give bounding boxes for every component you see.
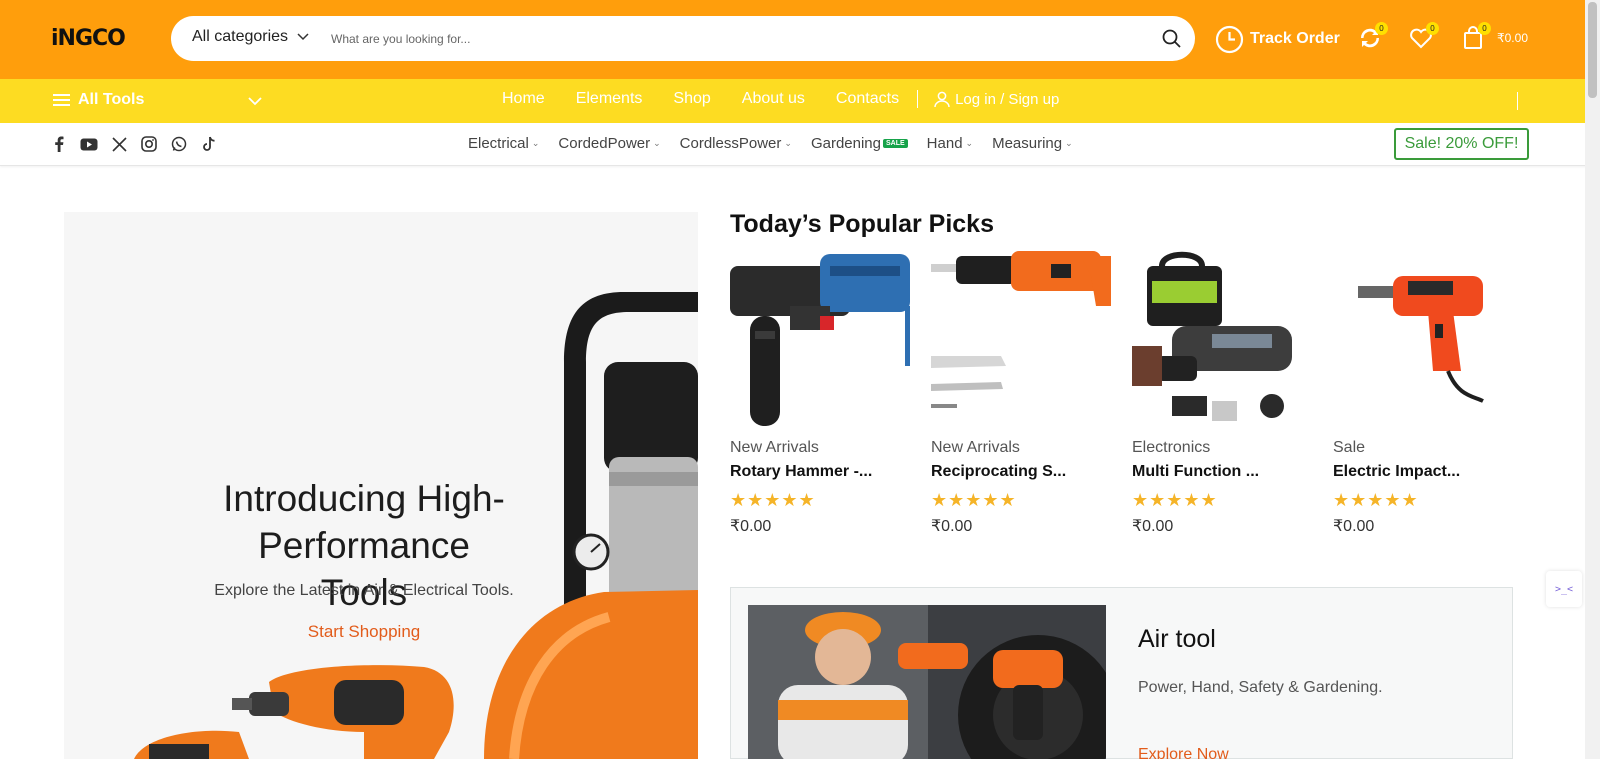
nav-elements[interactable]: Elements (576, 90, 643, 108)
category-hand[interactable]: Hand ⌄ (927, 135, 973, 152)
all-tools-menu[interactable]: All Tools (53, 91, 144, 109)
user-icon (934, 91, 950, 107)
category-measuring[interactable]: Measuring ⌄ (992, 135, 1073, 152)
category-gardening[interactable]: Gardening SALE (811, 135, 908, 152)
rating-stars: ★★★★★ (931, 490, 1017, 510)
start-shopping-link[interactable]: Start Shopping (264, 622, 464, 642)
login-signup-link[interactable]: Log in / Sign up (934, 91, 1059, 108)
chevron-down-icon: ⌄ (965, 138, 974, 148)
login-label: Log in / Sign up (955, 90, 1060, 108)
product-category: New Arrivals (931, 439, 1020, 456)
scrollbar-thumb[interactable] (1588, 2, 1597, 98)
banner-subtitle: Power, Hand, Safety & Gardening. (1138, 679, 1383, 696)
air-tool-image (748, 605, 1106, 759)
category-cordless-power[interactable]: CordlessPower ⌄ (680, 135, 792, 152)
category-label: CordlessPower (679, 135, 782, 152)
chevron-down-icon (296, 28, 309, 46)
product-name[interactable]: Rotary Hammer -... (730, 463, 872, 481)
search-input[interactable] (331, 26, 1111, 52)
tiktok-icon[interactable] (198, 133, 220, 155)
all-tools-label: All Tools (78, 91, 145, 108)
nav-divider (917, 90, 919, 108)
clock-icon (1215, 25, 1244, 53)
chevron-down-icon: ⌄ (653, 138, 661, 148)
product-price: ₹0.00 (1333, 518, 1375, 535)
hamburger-icon (53, 94, 70, 106)
hero-subtitle: Explore the Latest in Air & Electrical T… (214, 582, 514, 599)
search-category-select[interactable]: All categories (192, 28, 309, 46)
sale-badge: SALE (883, 139, 908, 148)
youtube-icon[interactable] (78, 133, 100, 155)
product-price: ₹0.00 (1132, 518, 1174, 535)
social-links (48, 133, 228, 155)
nav-divider (1517, 92, 1518, 110)
category-electrical[interactable]: Electrical ⌄ (468, 135, 539, 152)
product-card[interactable]: New Arrivals Reciprocating S... ★★★★★ ₹0… (931, 246, 1111, 536)
category-label: Measuring (992, 135, 1063, 152)
product-price: ₹0.00 (730, 518, 772, 535)
site-logo[interactable]: iNGCO (51, 26, 126, 51)
product-image-reciprocating-saw[interactable] (931, 246, 1111, 430)
x-icon[interactable] (108, 133, 130, 155)
rating-stars: ★★★★★ (1333, 490, 1419, 510)
product-card[interactable]: Sale Electric Impact... ★★★★★ ₹0.00 (1333, 246, 1513, 536)
search-category-label: All categories (192, 28, 289, 45)
track-order-label: Track Order (1250, 30, 1340, 47)
category-label: CordedPower (558, 135, 651, 152)
instagram-icon[interactable] (138, 133, 160, 155)
popular-picks-title: Today’s Popular Picks (730, 210, 994, 238)
product-name[interactable]: Reciprocating S... (931, 463, 1066, 481)
banner-title: Air tool (1138, 625, 1216, 653)
category-label: Gardening (810, 135, 881, 152)
main-navbar: All Tools Home Elements Shop About us Co… (0, 79, 1600, 123)
cart-total[interactable]: ₹0.00 (1497, 31, 1528, 45)
scrollbar[interactable] (1585, 0, 1600, 759)
rating-stars: ★★★★★ (730, 490, 816, 510)
chevron-down-icon: ⌄ (784, 138, 792, 148)
product-price: ₹0.00 (931, 518, 973, 535)
nav-home[interactable]: Home (502, 90, 545, 108)
compare-count-badge: 0 (1375, 22, 1388, 35)
product-image-multi-function-tool[interactable] (1132, 246, 1312, 430)
product-image-rotary-hammer[interactable] (730, 246, 910, 430)
cart-button[interactable]: 0 (1459, 22, 1491, 54)
chevron-down-icon: ⌄ (531, 138, 540, 148)
product-name[interactable]: Electric Impact... (1333, 463, 1460, 481)
search-icon[interactable] (1161, 28, 1183, 50)
product-category: New Arrivals (730, 439, 819, 456)
nav-contacts[interactable]: Contacts (836, 90, 899, 108)
category-label: Electrical (468, 135, 529, 152)
primary-nav: Home Elements Shop About us Contacts Log… (502, 90, 1059, 108)
sale-offer-button[interactable]: Sale! 20% OFF! (1394, 128, 1529, 160)
product-category: Electronics (1132, 439, 1211, 456)
search-bar: All categories (171, 16, 1195, 61)
category-corded-power[interactable]: CordedPower ⌄ (558, 135, 660, 152)
product-card[interactable]: New Arrivals Rotary Hammer -... ★★★★★ ₹0… (730, 246, 910, 536)
chevron-down-icon: ⌄ (1065, 138, 1073, 148)
whatsapp-icon[interactable] (168, 133, 190, 155)
wishlist-button[interactable]: 0 (1407, 22, 1439, 54)
top-header: iNGCO All categories Track Order 0 0 0 ₹… (0, 0, 1600, 79)
compare-button[interactable]: 0 (1356, 22, 1388, 54)
rating-stars: ★★★★★ (1132, 490, 1218, 510)
facebook-icon[interactable] (48, 133, 70, 155)
track-order-link[interactable]: Track Order (1215, 24, 1340, 54)
product-image-electric-impact[interactable] (1333, 246, 1513, 430)
nav-about-us[interactable]: About us (742, 90, 805, 108)
product-name[interactable]: Multi Function ... (1132, 463, 1259, 481)
product-card[interactable]: Electronics Multi Function ... ★★★★★ ₹0.… (1132, 246, 1312, 536)
product-category: Sale (1333, 439, 1366, 456)
explore-now-link[interactable]: Explore Now (1138, 746, 1229, 759)
air-tool-banner: Air tool Power, Hand, Safety & Gardening… (730, 587, 1513, 759)
category-bar: Electrical ⌄ CordedPower ⌄ CordlessPower ⌄ … (0, 123, 1600, 166)
category-label: Hand (926, 135, 963, 152)
chevron-down-icon[interactable] (248, 93, 262, 111)
category-nav: Electrical ⌄ CordedPower ⌄ CordlessPower ⌄ … (468, 135, 1092, 152)
hero-banner: Introducing High-Performance Tools Explo… (64, 212, 698, 759)
wishlist-count-badge: 0 (1426, 22, 1439, 35)
nav-shop[interactable]: Shop (673, 90, 710, 108)
cart-count-badge: 0 (1478, 22, 1491, 35)
chat-widget-icon[interactable]: >_< (1546, 571, 1582, 607)
